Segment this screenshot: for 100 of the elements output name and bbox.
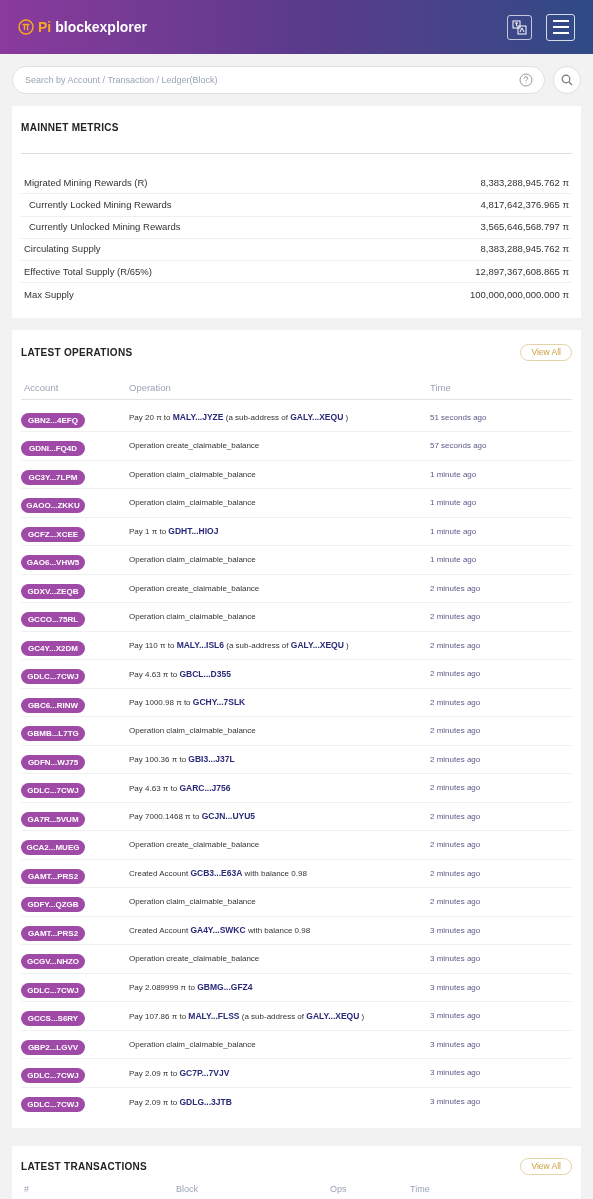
account-badge[interactable]: GBMB...L7TG (21, 726, 85, 742)
time-text: 2 minutes ago (430, 639, 481, 652)
account-badge[interactable]: GC3Y...7LPM (21, 469, 85, 485)
translate-button[interactable] (507, 14, 532, 40)
account-badge[interactable]: GDLC...7CWJ (21, 1068, 85, 1084)
time-text: 3 minutes ago (430, 1096, 481, 1109)
account-badge[interactable]: GDFN...WJ75 (21, 754, 85, 770)
account-badge[interactable]: GCGV...NHZO (21, 954, 85, 970)
operation-text: Operation create_claimable_balance (129, 953, 261, 966)
metric-value: 3,565,646,568.797 π (480, 220, 569, 235)
address-link[interactable]: GCJN...UYU5 (201, 811, 256, 822)
search-button[interactable] (553, 66, 581, 94)
address-link[interactable]: GALY...XEQU (290, 640, 344, 651)
account-badge[interactable]: GAO6...VHW5 (21, 555, 85, 571)
account-badge[interactable]: GDLC...7CWJ (21, 982, 85, 998)
operation-text: Operation create_claimable_balance (129, 440, 261, 453)
operation-text: Pay 2.09 π to GC7P...7VJV (129, 1066, 231, 1080)
account-badge[interactable]: GBP2...LGVV (21, 1039, 85, 1055)
column-header: Time (410, 1183, 430, 1197)
address-link[interactable]: MALY...FLSS (188, 1010, 240, 1021)
operation-text: Pay 107.86 π to MALY...FLSS (a sub-address of GALY...XEQU ) (129, 1009, 366, 1023)
address-link[interactable]: GALY...XEQU (306, 1010, 360, 1021)
account-badge[interactable]: GDLC...7CWJ (21, 1097, 85, 1113)
account-badge[interactable]: GDLC...7CWJ (21, 783, 85, 799)
address-link[interactable]: GC7P...7VJV (179, 1067, 230, 1078)
address-link[interactable]: GCHY...7SLK (192, 697, 246, 708)
operation-text: Operation claim_claimable_balance (129, 468, 257, 481)
operation-text: Pay 1 π to GDHT...HIOJ (129, 525, 220, 539)
pi-logo-icon (18, 19, 34, 35)
time-text: 2 minutes ago (430, 696, 481, 709)
address-link[interactable]: MALY...ISL6 (176, 640, 225, 651)
search-field[interactable]: Search by Account / Transaction / Ledger(Block) (12, 66, 545, 94)
time-text: 2 minutes ago (430, 725, 481, 738)
account-badge[interactable]: GDFY...QZGB (21, 897, 85, 913)
time-text: 1 minute ago (430, 554, 477, 567)
operation-text: Pay 4.63 π to GARC...J756 (129, 781, 232, 795)
account-badge[interactable]: GDXV...ZEQB (21, 583, 85, 599)
metric-value: 100,000,000,000.000 π (470, 287, 569, 302)
address-link[interactable]: MALY...JYZE (172, 412, 224, 423)
menu-icon (552, 20, 569, 34)
column-header: # (24, 1183, 30, 1197)
column-header: Block (176, 1183, 199, 1197)
time-text: 2 minutes ago (430, 810, 481, 823)
metric-label: Currently Locked Mining Rewards (28, 197, 172, 212)
time-text: 51 seconds ago (430, 411, 487, 424)
operation-text: Pay 2.09 π to GDLG...3JTB (129, 1095, 233, 1109)
account-badge[interactable]: GBN2...4EFQ (21, 412, 85, 428)
account-badge[interactable]: GAMT...PRS2 (21, 868, 85, 884)
metric-value: 8,383,288,945.762 π (480, 242, 569, 257)
account-badge[interactable]: GA7R...5VUM (21, 811, 85, 827)
address-link[interactable]: GDHT...HIOJ (168, 526, 219, 537)
account-badge[interactable]: GBC6...RINW (21, 697, 85, 713)
account-badge[interactable]: GCFZ...XCEE (21, 526, 85, 542)
metric-label: Circulating Supply (24, 242, 101, 257)
operation-text: Pay 2.089999 π to GBMG...GFZ4 (129, 981, 254, 995)
address-link[interactable]: GALY...XEQU (290, 412, 344, 423)
operation-text: Pay 1000.98 π to GCHY...7SLK (129, 696, 247, 710)
time-text: 57 seconds ago (430, 440, 487, 453)
menu-button[interactable] (546, 13, 575, 41)
operation-text: Pay 20 π to MALY...JYZE (a sub-address of GALY...XEQU ) (129, 411, 350, 425)
time-text: 2 minutes ago (430, 782, 481, 795)
address-link[interactable]: GBMG...GFZ4 (197, 982, 253, 993)
address-link[interactable]: GBCL...D355 (179, 668, 231, 679)
logo-pi: Pi (38, 17, 52, 37)
operation-text: Pay 100.36 π to GBI3...J37L (129, 753, 236, 767)
address-link[interactable]: GA4Y...SWKC (190, 925, 246, 936)
account-badge[interactable]: GCA2...MUEG (21, 840, 85, 856)
address-link[interactable]: GDLG...3JTB (179, 1096, 232, 1107)
time-text: 3 minutes ago (430, 1038, 481, 1051)
address-link[interactable]: GCB3...E63A (190, 868, 243, 879)
time-text: 2 minutes ago (430, 896, 481, 909)
column-header: Time (430, 381, 451, 396)
operation-text: Operation claim_claimable_balance (129, 554, 257, 567)
address-link[interactable]: GARC...J756 (179, 782, 231, 793)
metric-value: 8,383,288,945.762 π (480, 175, 569, 190)
account-badge[interactable]: GCCS...S6RY (21, 1011, 85, 1027)
operation-text: Operation create_claimable_balance (129, 582, 261, 595)
address-link[interactable]: GBI3...J37L (188, 754, 235, 765)
account-badge[interactable]: GDNI...FQ4D (21, 441, 85, 457)
time-text: 2 minutes ago (430, 668, 481, 681)
operation-text: Created Account GA4Y...SWKC with balance 0.98 (129, 924, 312, 938)
card-title: LATEST TRANSACTIONS (21, 1160, 148, 1175)
account-badge[interactable]: GC4Y...X2DM (21, 640, 85, 656)
time-text: 2 minutes ago (430, 753, 481, 766)
operation-text: Pay 4.63 π to GBCL...D355 (129, 667, 232, 681)
logo-text: blockexplorer (55, 17, 148, 37)
metric-value: 4,817,642,376.965 π (480, 197, 569, 212)
operation-text: Created Account GCB3...E63A with balance 0.98 (129, 867, 308, 881)
account-badge[interactable]: GAOO...ZKKU (21, 498, 85, 514)
account-badge[interactable]: GDLC...7CWJ (21, 669, 85, 685)
account-badge[interactable]: GCCO...75RL (21, 612, 85, 628)
column-header: Account (24, 381, 60, 396)
metric-value: 12,897,367,608.865 π (475, 264, 569, 279)
time-text: 3 minutes ago (430, 981, 481, 994)
operation-text: Operation claim_claimable_balance (129, 725, 257, 738)
time-text: 1 minute ago (430, 497, 477, 510)
time-text: 1 minute ago (430, 525, 477, 538)
account-badge[interactable]: GAMT...PRS2 (21, 925, 85, 941)
operation-text: Operation create_claimable_balance (129, 839, 261, 852)
card-title: MAINNET METRICS (21, 121, 120, 135)
